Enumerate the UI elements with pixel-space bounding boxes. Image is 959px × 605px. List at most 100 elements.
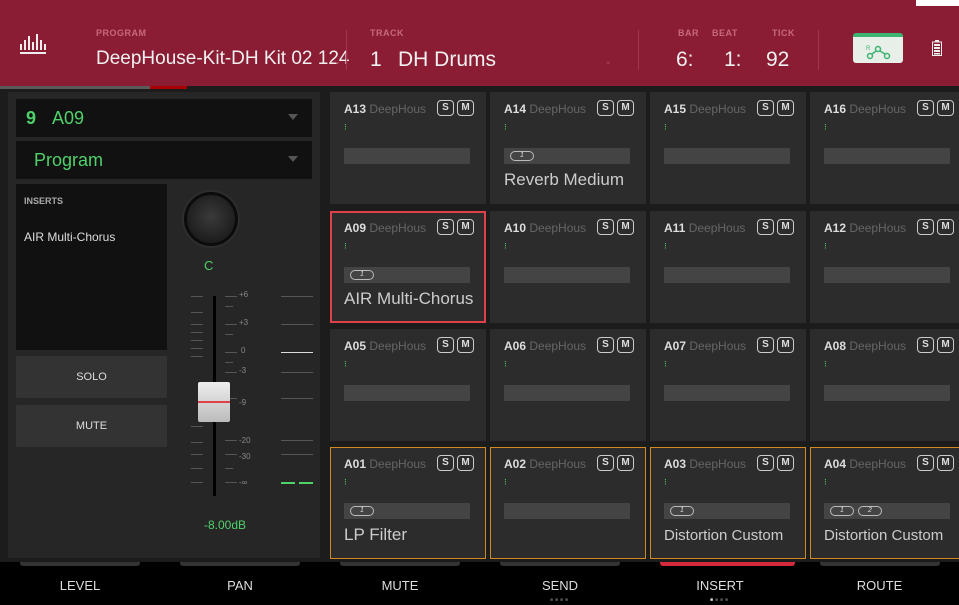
insert-chip[interactable]: 1 bbox=[510, 151, 534, 161]
pad-a05[interactable]: A05 DeepHous S M ⁝ bbox=[330, 329, 486, 441]
tab-pan[interactable]: PAN bbox=[160, 562, 320, 605]
pad-solo-button[interactable]: S bbox=[597, 219, 614, 235]
pad-a13[interactable]: A13 DeepHous S M ⁝ bbox=[330, 92, 486, 204]
pad-mute-button[interactable]: M bbox=[777, 455, 794, 471]
insert-slot-bar[interactable] bbox=[344, 148, 470, 164]
insert-slot-bar[interactable]: 1 bbox=[664, 503, 790, 519]
pad-mute-button[interactable]: M bbox=[777, 100, 794, 116]
pad-solo-button[interactable]: S bbox=[917, 455, 934, 471]
pad-solo-button[interactable]: S bbox=[917, 337, 934, 353]
meter-line bbox=[281, 454, 313, 455]
pad-mute-button[interactable]: M bbox=[617, 219, 634, 235]
solo-button[interactable]: SOLO bbox=[16, 356, 167, 398]
pad-a08[interactable]: A08 DeepHous S M ⁝ bbox=[810, 329, 959, 441]
track-name[interactable]: DH Drums bbox=[398, 48, 496, 72]
insert-slot-bar[interactable] bbox=[664, 267, 790, 283]
scale-label: -9 bbox=[239, 398, 247, 407]
tab-level[interactable]: LEVEL bbox=[0, 562, 160, 605]
pad-solo-button[interactable]: S bbox=[437, 100, 454, 116]
insert-slot-bar[interactable] bbox=[824, 267, 950, 283]
pad-solo-button[interactable]: S bbox=[757, 100, 774, 116]
insert-chip[interactable]: 1 bbox=[670, 506, 694, 516]
pad-a04[interactable]: A04 DeepHous S M ⁝ 1 2 Distortion Custom bbox=[810, 447, 959, 559]
pad-a02[interactable]: A02 DeepHous S M ⁝ bbox=[490, 447, 646, 559]
pad-a14[interactable]: A14 DeepHous S M ⁝ 1 Reverb Medium bbox=[490, 92, 646, 204]
pad-mute-button[interactable]: M bbox=[457, 100, 474, 116]
pad-a15[interactable]: A15 DeepHous S M ⁝ bbox=[650, 92, 806, 204]
fader-handle[interactable] bbox=[198, 382, 230, 422]
insert-slot-bar[interactable] bbox=[504, 385, 630, 401]
pad-a10[interactable]: A10 DeepHous S M ⁝ bbox=[490, 211, 646, 323]
pad-solo-button[interactable]: S bbox=[917, 219, 934, 235]
pad-selector[interactable]: 9 A09 bbox=[16, 99, 312, 137]
insert-slot-bar[interactable] bbox=[824, 385, 950, 401]
pad-a09[interactable]: A09 DeepHous S M ⁝ 1 AIR Multi-Chorus bbox=[330, 211, 486, 323]
pad-mute-button[interactable]: M bbox=[937, 455, 954, 471]
pad-a11[interactable]: A11 DeepHous S M ⁝ bbox=[650, 211, 806, 323]
mode-selector[interactable]: Program bbox=[16, 141, 312, 179]
pan-knob[interactable] bbox=[184, 192, 238, 246]
pad-solo-button[interactable]: S bbox=[757, 219, 774, 235]
insert-slot-bar[interactable] bbox=[824, 148, 950, 164]
pad-mute-button[interactable]: M bbox=[937, 100, 954, 116]
level-fader[interactable]: +6 +3 0 -3 -9 -20 -30 -∞ bbox=[173, 282, 313, 502]
insert-slot-bar[interactable] bbox=[504, 267, 630, 283]
program-dropdown-caret[interactable]: ⌄ bbox=[333, 56, 341, 67]
insert-chip[interactable]: 1 bbox=[350, 506, 374, 516]
pad-solo-button[interactable]: S bbox=[597, 100, 614, 116]
pad-solo-button[interactable]: S bbox=[757, 455, 774, 471]
tab-route[interactable]: ROUTE bbox=[800, 562, 959, 605]
pad-solo-button[interactable]: S bbox=[597, 337, 614, 353]
tab-send[interactable]: SEND ■■■■ bbox=[480, 562, 640, 605]
tick-value[interactable]: 92 bbox=[766, 48, 789, 72]
insert-slot-bar[interactable]: 1 bbox=[504, 148, 630, 164]
insert-slot-bar[interactable] bbox=[664, 385, 790, 401]
routing-button[interactable]: R bbox=[853, 33, 903, 63]
pad-mute-button[interactable]: M bbox=[457, 337, 474, 353]
insert-item[interactable]: AIR Multi-Chorus bbox=[24, 230, 115, 244]
pad-solo-button[interactable]: S bbox=[437, 337, 454, 353]
pad-a03[interactable]: A03 DeepHous S M ⁝ 1 Distortion Custom bbox=[650, 447, 806, 559]
program-name[interactable]: DeepHouse-Kit-DH Kit 02 124 bbox=[96, 48, 349, 70]
pad-mute-button[interactable]: M bbox=[777, 219, 794, 235]
pad-mute-button[interactable]: M bbox=[617, 337, 634, 353]
insert-chip[interactable]: 1 bbox=[350, 270, 374, 280]
pad-a06[interactable]: A06 DeepHous S M ⁝ bbox=[490, 329, 646, 441]
pad-mute-button[interactable]: M bbox=[457, 455, 474, 471]
inserts-list[interactable]: INSERTS AIR Multi-Chorus bbox=[16, 184, 167, 350]
pad-mute-button[interactable]: M bbox=[937, 219, 954, 235]
insert-slot-bar[interactable]: 1 bbox=[344, 267, 470, 283]
pad-mute-button[interactable]: M bbox=[457, 219, 474, 235]
tab-insert[interactable]: INSERT ■■■■ bbox=[640, 562, 800, 605]
insert-slot-bar[interactable] bbox=[344, 385, 470, 401]
bar-value[interactable]: 6: bbox=[676, 48, 694, 72]
mute-button[interactable]: MUTE bbox=[16, 405, 167, 447]
pad-solo-button[interactable]: S bbox=[437, 455, 454, 471]
pad-mute-button[interactable]: M bbox=[617, 100, 634, 116]
insert-chip[interactable]: 1 bbox=[830, 506, 854, 516]
pad-a07[interactable]: A07 DeepHous S M ⁝ bbox=[650, 329, 806, 441]
pad-mute-button[interactable]: M bbox=[617, 455, 634, 471]
tab-page-dots: ■■■■ bbox=[709, 597, 731, 603]
pad-a12[interactable]: A12 DeepHous S M ⁝ bbox=[810, 211, 959, 323]
track-dropdown-caret[interactable]: ⌄ bbox=[604, 56, 612, 67]
pad-a16[interactable]: A16 DeepHous S M ⁝ bbox=[810, 92, 959, 204]
pad-solo-button[interactable]: S bbox=[917, 100, 934, 116]
scale-label: -30 bbox=[239, 452, 251, 461]
pad-a01[interactable]: A01 DeepHous S M ⁝ 1 LP Filter bbox=[330, 447, 486, 559]
waveform-logo-icon[interactable] bbox=[18, 30, 50, 56]
meter-level-right bbox=[299, 482, 313, 484]
insert-slot-bar[interactable] bbox=[664, 148, 790, 164]
insert-chip[interactable]: 2 bbox=[858, 506, 882, 516]
pad-solo-button[interactable]: S bbox=[437, 219, 454, 235]
insert-slot-bar[interactable]: 1 bbox=[344, 503, 470, 519]
pad-solo-button[interactable]: S bbox=[757, 337, 774, 353]
insert-slot-bar[interactable]: 12 bbox=[824, 503, 950, 519]
insert-slot-bar[interactable] bbox=[504, 503, 630, 519]
pad-mute-button[interactable]: M bbox=[937, 337, 954, 353]
pad-name: A02 DeepHous bbox=[504, 457, 587, 471]
pad-mute-button[interactable]: M bbox=[777, 337, 794, 353]
pad-solo-button[interactable]: S bbox=[597, 455, 614, 471]
beat-value[interactable]: 1: bbox=[724, 48, 742, 72]
tab-mute[interactable]: MUTE bbox=[320, 562, 480, 605]
